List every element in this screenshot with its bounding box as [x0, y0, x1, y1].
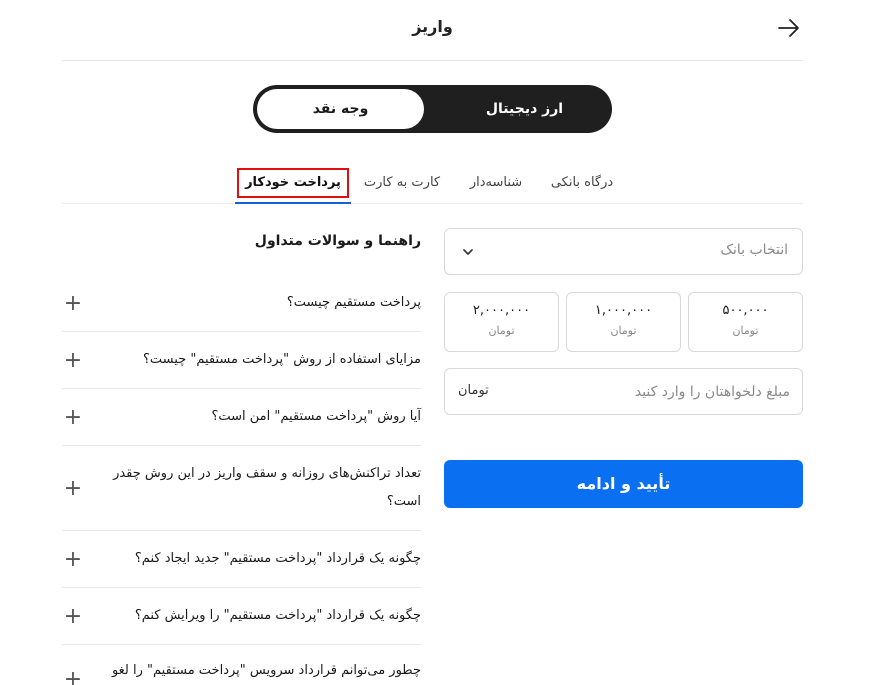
tab-auto-payment[interactable]: پرداخت خودکار: [235, 166, 351, 204]
faq-item[interactable]: چگونه یک قرارداد "پرداخت مستقیم" جدید ای…: [62, 531, 421, 588]
toggle-cash[interactable]: وجه نقد: [257, 89, 424, 129]
faq-question: چگونه یک قرارداد "پرداخت مستقیم" جدید ای…: [134, 551, 421, 566]
bank-select-label: انتخاب بانک: [720, 242, 788, 258]
tab-card-to-card[interactable]: کارت به کارت: [360, 166, 444, 202]
highlight-box: [237, 168, 349, 198]
bank-select[interactable]: انتخاب بانک: [444, 228, 803, 275]
tab-label: شناسه‌دار: [469, 175, 523, 190]
page-title: واریز: [412, 17, 453, 36]
amount-option[interactable]: ۵۰۰,۰۰۰ تومان: [688, 292, 803, 352]
page-header: واریز: [62, 0, 803, 61]
faq-item[interactable]: آیا روش "پرداخت مستقیم" امن است؟ +: [62, 389, 421, 446]
faq-question: آیا روش "پرداخت مستقیم" امن است؟: [211, 409, 421, 424]
amount-value: ۵۰۰,۰۰۰: [722, 303, 769, 318]
faq-item[interactable]: چگونه یک قرارداد "پرداخت مستقیم" را ویرا…: [62, 588, 421, 645]
arrow-right-icon[interactable]: [776, 16, 802, 40]
amount-value: ۲,۰۰۰,۰۰۰: [472, 303, 531, 318]
amount-option[interactable]: ۲,۰۰۰,۰۰۰ تومان: [444, 292, 559, 352]
faq-question: مزایای استفاده از روش "پرداخت مستقیم" چی…: [143, 352, 421, 367]
amount-unit: تومان: [610, 324, 637, 337]
tab-label: درگاه بانکی: [550, 175, 614, 190]
faq-item[interactable]: چطور می‌توانم قرارداد سرویس "پرداخت مستق…: [62, 645, 421, 685]
toggle-crypto[interactable]: ارز دیجیتال: [441, 89, 608, 129]
faq-question: پرداخت مستقیم چیست؟: [286, 295, 421, 310]
faq-question: چطور می‌توانم قرارداد سرویس "پرداخت مستق…: [111, 663, 421, 678]
faq-item[interactable]: مزایای استفاده از روش "پرداخت مستقیم" چی…: [62, 332, 421, 389]
custom-amount-unit: تومان: [458, 383, 489, 398]
faq-item[interactable]: تعداد تراکنش‌های روزانه و سقف واریز در ا…: [62, 446, 421, 531]
confirm-continue-button[interactable]: تأیید و ادامه: [444, 460, 803, 508]
deposit-method-tabs: درگاه بانکی شناسه‌دار کارت به کارت پرداخ…: [62, 166, 803, 204]
amount-unit: تومان: [732, 324, 759, 337]
faq-list: پرداخت مستقیم چیست؟ + مزایای استفاده از …: [62, 275, 421, 685]
faq-question: چگونه یک قرارداد "پرداخت مستقیم" را ویرا…: [134, 608, 421, 623]
faq-question: تعداد تراکنش‌های روزانه و سقف واریز در ا…: [113, 466, 421, 509]
plus-icon[interactable]: +: [62, 476, 84, 501]
tab-bank-gateway[interactable]: درگاه بانکی: [540, 166, 624, 202]
chevron-down-icon: [463, 249, 473, 255]
plus-icon[interactable]: +: [62, 348, 84, 373]
active-tab-underline: [235, 202, 351, 204]
plus-icon[interactable]: +: [62, 405, 84, 430]
amount-option[interactable]: ۱,۰۰۰,۰۰۰ تومان: [566, 292, 681, 352]
currency-toggle: وجه نقد ارز دیجیتال: [253, 85, 612, 133]
custom-amount-input[interactable]: [530, 369, 790, 414]
faq-title: راهنما و سوالات متداول: [254, 233, 421, 249]
plus-icon[interactable]: +: [62, 667, 84, 685]
tab-label: کارت به کارت: [363, 175, 441, 190]
plus-icon[interactable]: +: [62, 604, 84, 629]
plus-icon[interactable]: +: [62, 291, 84, 316]
amount-unit: تومان: [488, 324, 515, 337]
tab-identified-deposit[interactable]: شناسه‌دار: [461, 166, 531, 202]
plus-icon[interactable]: +: [62, 547, 84, 572]
faq-item[interactable]: پرداخت مستقیم چیست؟ +: [62, 275, 421, 332]
custom-amount-field: تومان: [444, 368, 803, 415]
amount-value: ۱,۰۰۰,۰۰۰: [594, 303, 653, 318]
